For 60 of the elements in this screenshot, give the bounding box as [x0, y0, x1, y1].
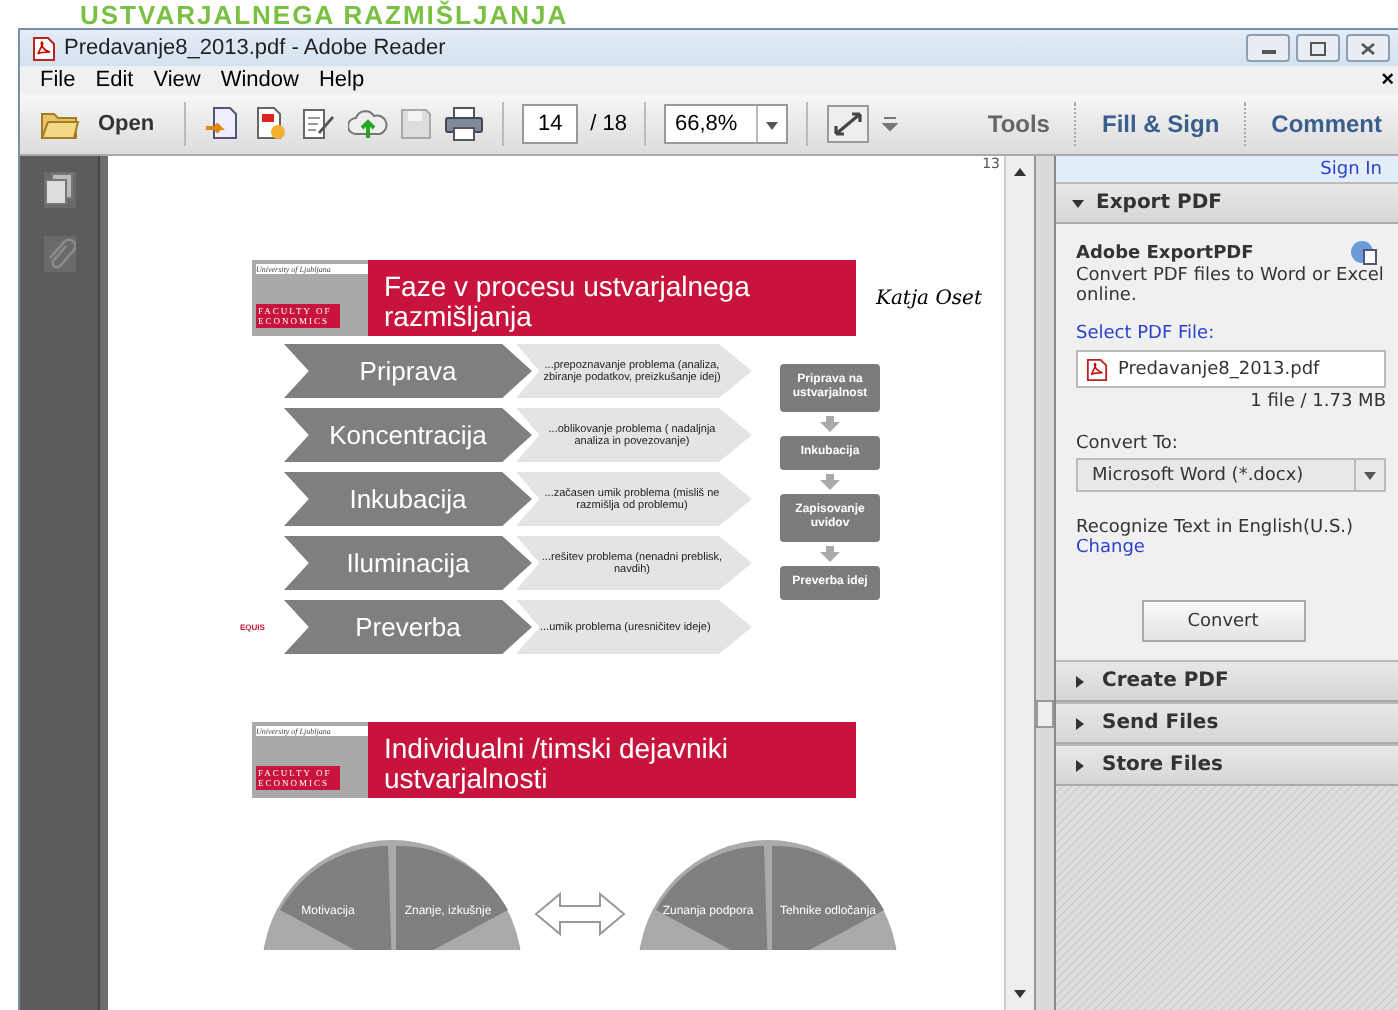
down-arrow-icon [820, 546, 840, 562]
close-document-button[interactable]: × [1381, 68, 1398, 92]
page-total: / 18 [590, 112, 627, 136]
document-edit-icon[interactable] [300, 106, 337, 142]
close-icon [1360, 41, 1376, 55]
slide-title: Individualni /timski dejavniki ustvarjalnosti [368, 722, 856, 798]
pdf-file-icon [32, 35, 56, 61]
selected-file-field[interactable]: Predavanje8_2013.pdf [1076, 350, 1386, 388]
close-button[interactable] [1346, 34, 1390, 62]
pdf-document-icon[interactable] [252, 106, 289, 142]
page-number-field[interactable]: 14 [522, 104, 579, 144]
slide-title: Faze v procesu ustvarjalnega razmišljanja [368, 260, 856, 336]
phase-chevron: Priprava [284, 344, 532, 398]
export-heading: Adobe ExportPDF [1076, 243, 1254, 263]
open-button[interactable]: Open [40, 108, 167, 140]
down-arrow-icon [820, 416, 840, 432]
export-description: Convert PDF files to Word or Excel online. [1076, 266, 1386, 306]
document-arrow-icon[interactable] [204, 106, 241, 142]
menu-item[interactable]: File [40, 68, 76, 92]
format-dropdown[interactable]: Microsoft Word (*.docx) [1076, 458, 1386, 492]
restore-button[interactable] [1296, 34, 1340, 62]
minimize-button[interactable] [1246, 34, 1290, 62]
author-signature: Katja Oset [876, 287, 982, 309]
scrollbar[interactable] [1004, 156, 1034, 1010]
ocr-language-text: Recognize Text in English(U.S.) [1076, 520, 1356, 538]
globe-document-icon [1350, 240, 1378, 266]
pages-icon[interactable] [43, 172, 75, 208]
menu-item[interactable]: Window [220, 68, 299, 92]
zoom-dropdown[interactable]: 66,8% [664, 104, 789, 144]
toolbar-link[interactable]: Fill & Sign [1093, 110, 1228, 138]
section-header[interactable]: Export PDF [1056, 182, 1398, 224]
banner-heading: USTVARJALNEGA RAZMIŠLJANJA [78, 0, 571, 28]
fullscreen-icon[interactable] [826, 104, 871, 144]
change-link[interactable]: Change [1076, 538, 1145, 558]
toolbar-link[interactable]: Comment [1263, 110, 1390, 138]
phase-chevron: Inkubacija [284, 472, 532, 526]
menu-item[interactable]: View [153, 68, 201, 92]
sign-in-link[interactable]: Sign In [1320, 159, 1382, 179]
pdf-file-icon [1086, 357, 1108, 381]
section-header[interactable]: Store Files [1056, 744, 1398, 786]
section-header[interactable]: Send Files [1056, 702, 1398, 744]
down-arrow-icon [820, 474, 840, 490]
toolbar-link[interactable]: Tools [979, 110, 1058, 138]
phase-chevron: Koncentracija [284, 408, 532, 462]
phase-chevron: Preverba [284, 600, 532, 654]
phase-chevron: Iluminacija [284, 536, 532, 590]
menu-item[interactable]: Help [318, 68, 365, 92]
folder-icon [40, 108, 80, 140]
convert-to-label: Convert To: [1076, 434, 1180, 454]
window-title: Predavanje8_2013.pdf - Adobe Reader [64, 36, 446, 60]
file-info: 1 file / 1.73 MB [1248, 392, 1386, 412]
print-icon[interactable] [444, 106, 485, 142]
overflow-caret-icon[interactable] [882, 116, 899, 132]
paperclip-icon[interactable] [43, 236, 75, 272]
double-arrow-icon [534, 891, 626, 937]
cloud-upload-icon[interactable] [348, 106, 389, 142]
select-file-label: Select PDF File: [1076, 324, 1217, 344]
convert-button[interactable]: Convert [1141, 600, 1305, 642]
section-header[interactable]: Create PDF [1056, 660, 1398, 702]
menu-item[interactable]: Edit [95, 68, 134, 92]
